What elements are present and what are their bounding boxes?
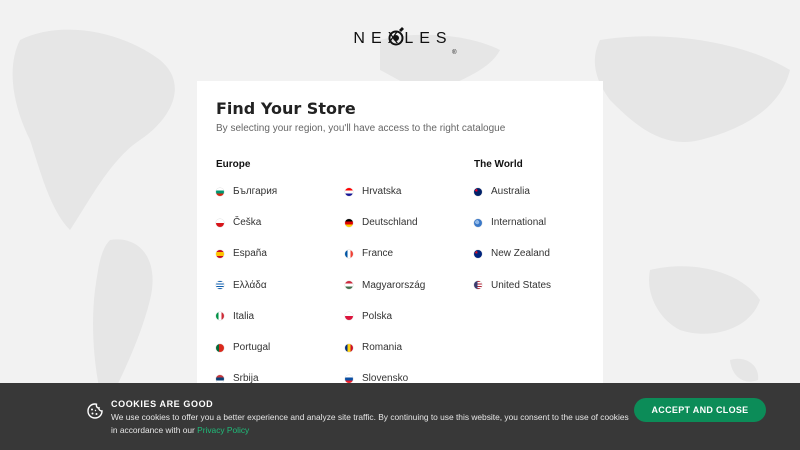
privacy-policy-link[interactable]: Privacy Policy [197, 425, 249, 435]
romania-flag-icon [345, 343, 353, 352]
italy-flag-icon [216, 312, 224, 321]
europe-heading: Europe [216, 159, 251, 170]
store-label: Portugal [233, 342, 271, 354]
store-label: Ελλάδα [233, 279, 267, 291]
store-link[interactable]: Češka [216, 207, 277, 238]
world-heading: The World [474, 159, 523, 170]
greece-flag-icon [216, 281, 224, 290]
europe-column-2: Hrvatska Deutschland France Magyarország… [345, 176, 425, 394]
spain-flag-icon [216, 249, 224, 258]
slovakia-flag-icon [345, 374, 353, 383]
accept-and-close-button[interactable]: ACCEPT AND CLOSE [634, 398, 766, 422]
store-label: Češka [233, 217, 262, 229]
globe-icon [474, 218, 482, 227]
store-link[interactable]: Portugal [216, 332, 277, 363]
brand-logo[interactable]: NEXLES ® [0, 27, 800, 56]
australia-flag-icon [474, 187, 482, 196]
store-label: New Zealand [491, 248, 550, 260]
store-link[interactable]: Magyarország [345, 270, 425, 301]
store-link[interactable]: Italia [216, 301, 277, 332]
store-link[interactable]: Hrvatska [345, 176, 425, 207]
store-label: United States [491, 279, 552, 291]
store-label: Italia [233, 310, 255, 322]
registered-mark: ® [452, 50, 457, 56]
page-title: Find Your Store [216, 99, 356, 118]
store-label: България [233, 186, 278, 198]
store-link[interactable]: България [216, 176, 277, 207]
world-column: Australia International New Zealand Unit… [474, 176, 551, 301]
store-label: Romania [362, 342, 403, 354]
portugal-flag-icon [216, 343, 224, 352]
store-link[interactable]: United States [474, 270, 551, 301]
store-link[interactable]: Polska [345, 301, 425, 332]
store-link[interactable]: España [216, 238, 277, 269]
new-zealand-flag-icon [474, 249, 482, 258]
store-label: Australia [491, 186, 530, 198]
store-label: España [233, 248, 267, 260]
cookie-icon [87, 403, 103, 419]
germany-flag-icon [345, 218, 353, 227]
store-link[interactable]: Australia [474, 176, 551, 207]
store-label: Hrvatska [362, 186, 402, 198]
croatia-flag-icon [345, 187, 353, 196]
store-label: France [362, 248, 394, 260]
bulgaria-flag-icon [216, 187, 224, 196]
cookie-message: We use cookies to offer you a better exp… [111, 412, 629, 435]
usa-flag-icon [474, 281, 482, 290]
hungary-flag-icon [345, 281, 353, 290]
store-link[interactable]: France [345, 238, 425, 269]
europe-column-1: България Češka España Ελλάδα Italia Port… [216, 176, 277, 394]
serbia-flag-icon [216, 374, 224, 383]
store-link[interactable]: Romania [345, 332, 425, 363]
czech-flag-icon [216, 218, 224, 227]
page-subtitle: By selecting your region, you'll have ac… [216, 123, 506, 134]
store-link[interactable]: International [474, 207, 551, 238]
cookie-banner: COOKIES ARE GOOD We use cookies to offer… [0, 383, 800, 450]
france-flag-icon [345, 249, 353, 258]
brand-logo-icon [388, 27, 405, 46]
store-label: International [491, 217, 547, 229]
store-link[interactable]: New Zealand [474, 238, 551, 269]
store-label: Polska [362, 310, 393, 322]
cookie-text: We use cookies to offer you a better exp… [111, 411, 631, 436]
cookie-title: COOKIES ARE GOOD [111, 399, 214, 409]
store-label: Magyarország [362, 279, 426, 291]
poland-flag-icon [345, 312, 353, 321]
store-link[interactable]: Deutschland [345, 207, 425, 238]
store-link[interactable]: Ελλάδα [216, 270, 277, 301]
store-label: Deutschland [362, 217, 418, 229]
